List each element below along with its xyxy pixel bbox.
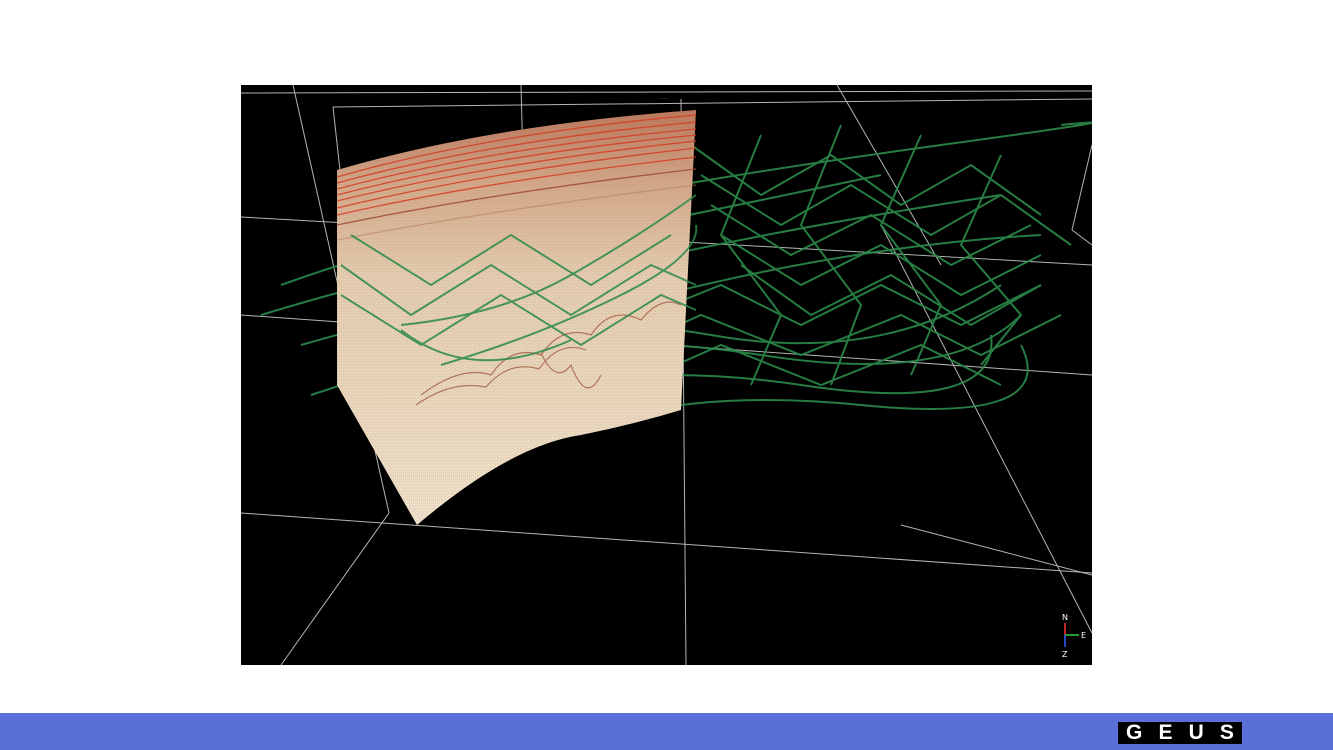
axis-triad: N E Z — [1062, 613, 1086, 659]
down-axis-label: Z — [1062, 650, 1068, 659]
logo-letter: U — [1188, 721, 1204, 744]
logo-letter: S — [1219, 721, 1234, 744]
logo-letter: E — [1158, 721, 1173, 744]
3d-scene: ..... N E Z — [241, 85, 1092, 665]
geus-logo: G E U S — [1118, 722, 1242, 744]
svg-text:.....: ..... — [661, 95, 667, 100]
east-axis-label: E — [1081, 631, 1086, 640]
seismic-3d-viewport[interactable]: ..... N E Z — [241, 85, 1092, 665]
line-labels: ..... — [661, 95, 667, 100]
seismic-section — [336, 110, 697, 525]
logo-letter: G — [1126, 721, 1143, 744]
north-axis-label: N — [1062, 613, 1068, 622]
